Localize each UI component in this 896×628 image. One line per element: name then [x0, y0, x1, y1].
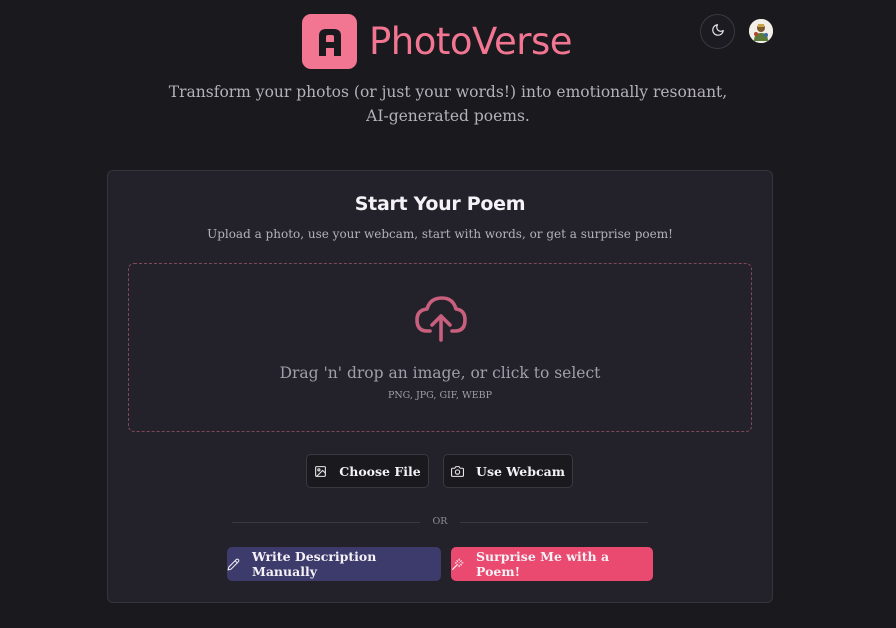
divider-left	[232, 522, 420, 523]
use-webcam-button[interactable]: Use Webcam	[443, 454, 573, 488]
image-icon	[314, 465, 327, 478]
dropzone-text: Drag 'n' drop an image, or click to sele…	[279, 364, 601, 382]
brand-name: PhotoVerse	[369, 20, 573, 63]
write-description-button[interactable]: Write Description Manually	[227, 547, 441, 581]
magic-wand-icon	[451, 558, 464, 571]
camera-app-logo-icon	[302, 14, 357, 69]
write-description-label: Write Description Manually	[252, 549, 377, 579]
pencil-icon	[227, 558, 240, 571]
choose-file-label: Choose File	[339, 463, 421, 479]
avatar-icon	[749, 19, 773, 43]
tagline: Transform your photos (or just your word…	[168, 83, 728, 125]
cloud-upload-icon	[415, 296, 467, 342]
start-poem-card: Start Your Poem Upload a photo, use your…	[107, 170, 773, 603]
choose-file-button[interactable]: Choose File	[306, 454, 429, 488]
camera-icon	[451, 465, 465, 478]
dropzone-formats: PNG, JPG, GIF, WEBP	[387, 390, 493, 401]
moon-icon	[711, 22, 725, 41]
user-avatar[interactable]	[749, 19, 773, 43]
theme-toggle-button[interactable]	[700, 14, 735, 49]
image-dropzone[interactable]: Drag 'n' drop an image, or click to sele…	[128, 263, 752, 432]
page: PhotoVerse Transform your photos (or jus…	[0, 0, 896, 628]
divider-right	[460, 522, 648, 523]
card-subtitle: Upload a photo, use your webcam, start w…	[207, 227, 673, 241]
surprise-poem-label: Surprise Me with a Poem!	[476, 549, 610, 579]
surprise-poem-button[interactable]: Surprise Me with a Poem!	[451, 547, 653, 581]
use-webcam-label: Use Webcam	[476, 463, 565, 479]
or-separator: OR	[432, 516, 448, 527]
brand: PhotoVerse	[302, 14, 573, 69]
card-title: Start Your Poem	[354, 193, 526, 215]
